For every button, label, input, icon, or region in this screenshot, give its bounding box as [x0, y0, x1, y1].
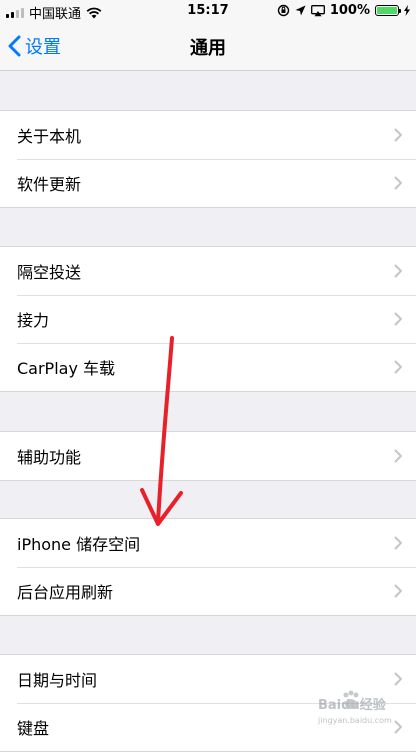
battery-icon [375, 5, 401, 16]
list-item-iphone-storage[interactable]: iPhone 储存空间 [0, 519, 416, 567]
charging-bolt-icon [404, 5, 410, 16]
baidu-watermark: Baidu经验 jingyan.baidu.com [318, 690, 408, 730]
list-item-software-update[interactable]: 软件更新 [0, 159, 416, 207]
location-icon [295, 5, 306, 16]
list-item-background-refresh[interactable]: 后台应用刷新 [0, 567, 416, 615]
list-item-label: 隔空投送 [17, 263, 82, 282]
list-item-carplay[interactable]: CarPlay 车载 [0, 343, 416, 391]
list-item-label: 后台应用刷新 [17, 583, 114, 602]
list-item-accessibility[interactable]: 辅助功能 [0, 432, 416, 480]
watermark-url: jingyan.baidu.com [318, 716, 392, 725]
battery-fill [377, 7, 397, 14]
list-item-label: 软件更新 [17, 175, 82, 194]
chevron-right-icon [394, 264, 402, 278]
navigation-bar: 设置 通用 [0, 22, 416, 71]
list-group-continuity: 隔空投送 接力 CarPlay 车载 [0, 246, 416, 392]
screen-mirroring-icon [310, 4, 325, 16]
list-item-label: 日期与时间 [17, 671, 98, 690]
chevron-right-icon [394, 312, 402, 326]
list-item-label: iPhone 储存空间 [17, 535, 141, 554]
chevron-right-icon [394, 128, 402, 142]
list-item-handoff[interactable]: 接力 [0, 295, 416, 343]
status-bar: 中国联通 15:17 100% [0, 0, 416, 22]
watermark-text: Baidu经验 [318, 698, 386, 713]
list-group-accessibility: 辅助功能 [0, 431, 416, 481]
status-right: 100% [277, 3, 410, 18]
chevron-right-icon [394, 536, 402, 550]
chevron-right-icon [394, 360, 402, 374]
list-item-label: 辅助功能 [17, 448, 82, 467]
list-group-storage: iPhone 储存空间 后台应用刷新 [0, 518, 416, 616]
list-item-label: 接力 [17, 311, 50, 330]
list-item-label: 关于本机 [17, 127, 82, 146]
orientation-lock-icon [277, 4, 290, 17]
chevron-right-icon [394, 449, 402, 463]
list-item-label: 键盘 [17, 719, 50, 738]
list-item-label: CarPlay 车载 [17, 359, 116, 378]
list-item-about[interactable]: 关于本机 [0, 111, 416, 159]
page-title: 通用 [190, 38, 226, 59]
chevron-right-icon [394, 176, 402, 190]
battery-percent: 100% [329, 3, 370, 18]
list-group-about: 关于本机 软件更新 [0, 110, 416, 208]
chevron-right-icon [394, 584, 402, 598]
chevron-right-icon [394, 672, 402, 686]
list-item-airdrop[interactable]: 隔空投送 [0, 247, 416, 295]
